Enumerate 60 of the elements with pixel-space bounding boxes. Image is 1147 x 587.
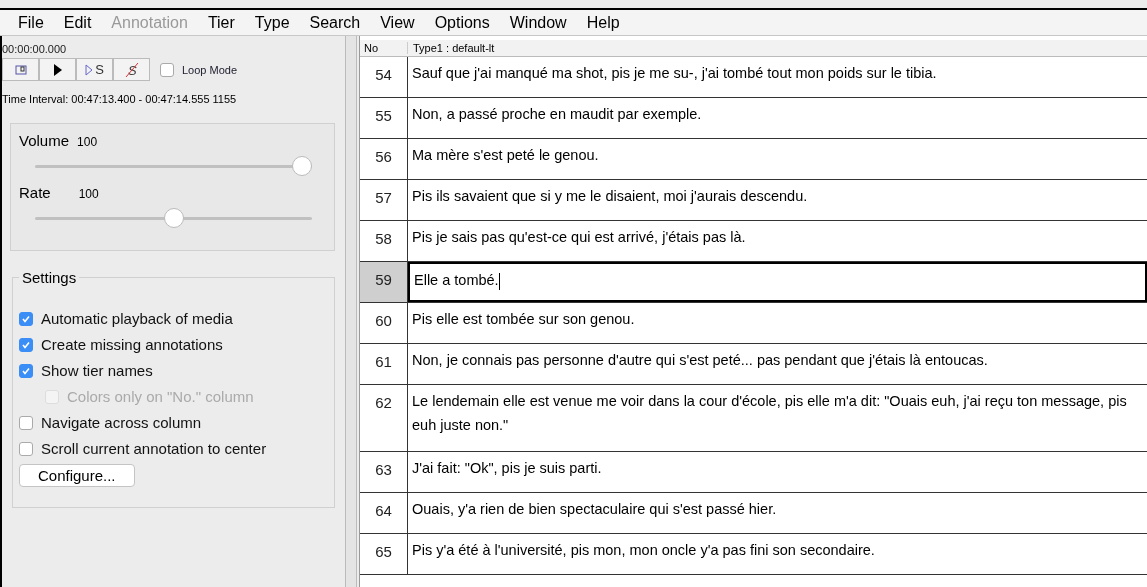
splitter-bar[interactable] bbox=[345, 36, 357, 587]
row-number-cell: 60 bbox=[360, 303, 408, 343]
option-checkbox[interactable]: Create missing annotations bbox=[19, 336, 326, 353]
annotation-cell[interactable]: Ma mère s'est peté le genou. bbox=[408, 139, 1147, 179]
play-outline-icon bbox=[85, 63, 94, 76]
menu-item[interactable]: Type bbox=[244, 13, 300, 32]
slider-reading: 100 bbox=[78, 187, 99, 201]
menu-item[interactable]: View bbox=[370, 13, 425, 32]
settings-title: Settings bbox=[21, 269, 78, 286]
row-number-cell: 55 bbox=[360, 98, 408, 138]
row-number-cell: 58 bbox=[360, 221, 408, 261]
slider-thumb[interactable] bbox=[163, 208, 184, 228]
play-button[interactable] bbox=[39, 58, 76, 81]
row-number-cell: 57 bbox=[360, 180, 408, 220]
annotation-cell[interactable]: Pis elle est tombée sur son genou. bbox=[408, 303, 1147, 343]
column-header: No bbox=[360, 42, 408, 54]
selection-icon bbox=[13, 63, 28, 76]
option-checkbox[interactable]: Navigate across column bbox=[19, 414, 326, 431]
menu-item[interactable]: File bbox=[8, 13, 54, 32]
row-number-cell: 64 bbox=[360, 493, 408, 533]
annotation-cell[interactable]: Elle a tombé. bbox=[408, 262, 1147, 302]
check-icon bbox=[21, 339, 31, 350]
option-checkbox[interactable]: Show tier names bbox=[19, 362, 326, 379]
time-interval-text: Time Interval: 00:47:13.400 - 00:47:14.555 1155 bbox=[2, 92, 238, 107]
time-display: 00:00:00.000 bbox=[2, 42, 68, 57]
loop-mode-checkbox[interactable]: Loop Mode bbox=[160, 62, 238, 77]
row-number-cell: 59 bbox=[360, 262, 408, 302]
annotation-cell[interactable]: Pis ils savaient que si y me le disaient, moi j'aurais descendu. bbox=[408, 180, 1147, 220]
annotation-cell[interactable]: Pis je sais pas qu'est-ce qui est arrivé, j'étais pas là. bbox=[408, 221, 1147, 261]
column-header: Type1 : default-lt bbox=[412, 42, 495, 54]
row-number-cell: 63 bbox=[360, 452, 408, 492]
menu-item[interactable]: Tier bbox=[197, 13, 245, 32]
row-number-cell: 56 bbox=[360, 139, 408, 179]
check-icon bbox=[21, 365, 31, 376]
configure-button[interactable]: Configure... bbox=[19, 464, 135, 487]
annotation-cell[interactable]: Sauf que j'ai manqué ma shot, pis je me su-, j'ai tombé tout mon poids sur le tibia. bbox=[408, 57, 1147, 97]
row-number-cell: 62 bbox=[360, 385, 408, 451]
menu-item[interactable]: Edit bbox=[53, 13, 102, 32]
annotation-cell[interactable]: Pis y'a été à l'université, pis mon, mon oncle y'a pas fini son secondaire. bbox=[408, 534, 1147, 574]
annotation-cell[interactable]: Non, a passé proche en maudit par exemple. bbox=[408, 98, 1147, 138]
annotation-cell[interactable]: J'ai fait: "Ok", pis je suis parti. bbox=[408, 452, 1147, 492]
row-number-cell: 65 bbox=[360, 534, 408, 574]
row-number-cell: 54 bbox=[360, 57, 408, 97]
annotation-cell[interactable]: Non, je connais pas personne d'autre qui s'est peté... pas pendant que j'étais là entoucas. bbox=[408, 344, 1147, 384]
row-number-cell: 61 bbox=[360, 344, 408, 384]
annotation-cell[interactable]: Le lendemain elle est venue me voir dans la cour d'école, pis elle m'a dit: "Ouais euh, j'ai reçu ton message, pis euh juste non." bbox=[408, 385, 1147, 451]
menu-item[interactable]: Help bbox=[576, 13, 630, 32]
play-icon bbox=[52, 63, 63, 76]
slider-label: Volume bbox=[19, 132, 70, 149]
menu-item[interactable]: Window bbox=[499, 13, 577, 32]
menu-item[interactable]: Options bbox=[424, 13, 500, 32]
option-checkbox[interactable]: Automatic playback of media bbox=[19, 310, 326, 327]
play-s-button[interactable]: S bbox=[76, 58, 113, 81]
option-checkbox[interactable]: Scroll current annotation to center bbox=[19, 440, 326, 457]
check-icon bbox=[21, 313, 31, 324]
annotation-cell[interactable]: Ouais, y'a rien de bien spectaculaire qui s'est passé hier. bbox=[408, 493, 1147, 533]
menu-item[interactable]: Search bbox=[299, 13, 371, 32]
slider-label: Rate bbox=[19, 184, 51, 201]
slider-reading: 100 bbox=[77, 135, 98, 149]
slider-thumb[interactable] bbox=[292, 156, 312, 176]
